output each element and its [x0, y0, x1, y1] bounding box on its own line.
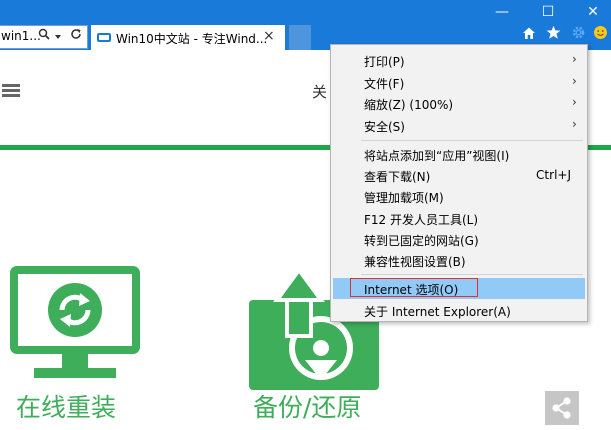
- menu-item-label: 查看下载(N): [364, 170, 431, 184]
- address-text: win1...: [1, 29, 41, 43]
- tab-title: Win10中文站 - 专注Wind...: [116, 32, 268, 46]
- menu-item-devtools[interactable]: F12 开发人员工具(L): [333, 208, 585, 229]
- menu-item-compat-view[interactable]: 兼容性视图设置(B): [333, 250, 585, 271]
- nav-link-about[interactable]: 关: [312, 81, 327, 102]
- close-window-button[interactable]: ✕: [578, 2, 608, 22]
- menu-hamburger-icon[interactable]: [2, 84, 20, 98]
- menu-item-shortcut: Ctrl+J: [536, 168, 571, 182]
- new-tab-button[interactable]: [289, 25, 311, 50]
- menu-item-label: 安全(S): [364, 120, 405, 134]
- menu-separator: [361, 274, 583, 275]
- feature-label-reinstall[interactable]: 在线重装: [16, 388, 116, 424]
- search-icon[interactable]: [38, 28, 50, 43]
- submenu-arrow-icon: ›: [572, 52, 577, 66]
- menu-item-about-ie[interactable]: 关于 Internet Explorer(A): [333, 300, 585, 321]
- menu-item-label: Internet 选项(O): [364, 283, 459, 297]
- menu-item-label: 转到已固定的网站(G): [364, 234, 479, 248]
- browser-titlebar: win1... Win10中文站 - 专注Wind... × — ☐ ✕: [0, 0, 611, 50]
- tools-context-menu: 打印(P) › 文件(F) › 缩放(Z) (100%) › 安全(S) › 将…: [330, 44, 588, 322]
- address-bar[interactable]: win1...: [0, 25, 88, 49]
- favorites-star-icon[interactable]: [542, 24, 564, 46]
- dropdown-icon[interactable]: [54, 30, 62, 44]
- menu-item-label: 关于 Internet Explorer(A): [364, 305, 511, 319]
- submenu-arrow-icon: ›: [572, 95, 577, 109]
- feature-label-backup[interactable]: 备份/还原: [253, 388, 361, 424]
- menu-item-pinned-sites[interactable]: 转到已固定的网站(G): [333, 229, 585, 250]
- menu-item-label: 缩放(Z) (100%): [364, 98, 454, 112]
- minimize-button[interactable]: —: [487, 2, 517, 22]
- feedback-smiley-icon[interactable]: [589, 24, 611, 46]
- submenu-arrow-icon: ›: [572, 117, 577, 131]
- menu-separator: [361, 140, 583, 141]
- share-button[interactable]: [545, 391, 579, 425]
- menu-item-label: 文件(F): [364, 77, 405, 91]
- menu-item-label: F12 开发人员工具(L): [364, 213, 479, 227]
- settings-gear-icon[interactable]: [567, 24, 589, 46]
- site-favicon-icon: [97, 33, 111, 42]
- menu-item-label: 管理加载项(M): [364, 191, 444, 205]
- menu-item-print[interactable]: 打印(P) ›: [333, 50, 585, 71]
- maximize-button[interactable]: ☐: [533, 2, 563, 22]
- tab-active[interactable]: Win10中文站 - 专注Wind... ×: [91, 25, 285, 50]
- menu-item-label: 兼容性视图设置(B): [364, 255, 466, 269]
- menu-item-label: 将站点添加到“应用”视图(I): [364, 149, 510, 163]
- close-tab-icon[interactable]: ×: [263, 28, 275, 44]
- menu-item-add-to-apps[interactable]: 将站点添加到“应用”视图(I): [333, 144, 585, 165]
- menu-item-internet-options[interactable]: Internet 选项(O): [333, 278, 585, 299]
- menu-item-manage-addons[interactable]: 管理加载项(M): [333, 186, 585, 207]
- menu-item-file[interactable]: 文件(F) ›: [333, 72, 585, 93]
- share-icon: [552, 397, 571, 419]
- monitor-refresh-icon[interactable]: [10, 266, 140, 390]
- menu-item-view-downloads[interactable]: 查看下载(N) Ctrl+J: [333, 165, 585, 186]
- menu-item-zoom[interactable]: 缩放(Z) (100%) ›: [333, 93, 585, 114]
- submenu-arrow-icon: ›: [572, 74, 577, 88]
- menu-item-label: 打印(P): [364, 55, 405, 69]
- home-icon[interactable]: [518, 24, 540, 46]
- refresh-icon[interactable]: [70, 28, 82, 43]
- menu-item-safety[interactable]: 安全(S) ›: [333, 115, 585, 136]
